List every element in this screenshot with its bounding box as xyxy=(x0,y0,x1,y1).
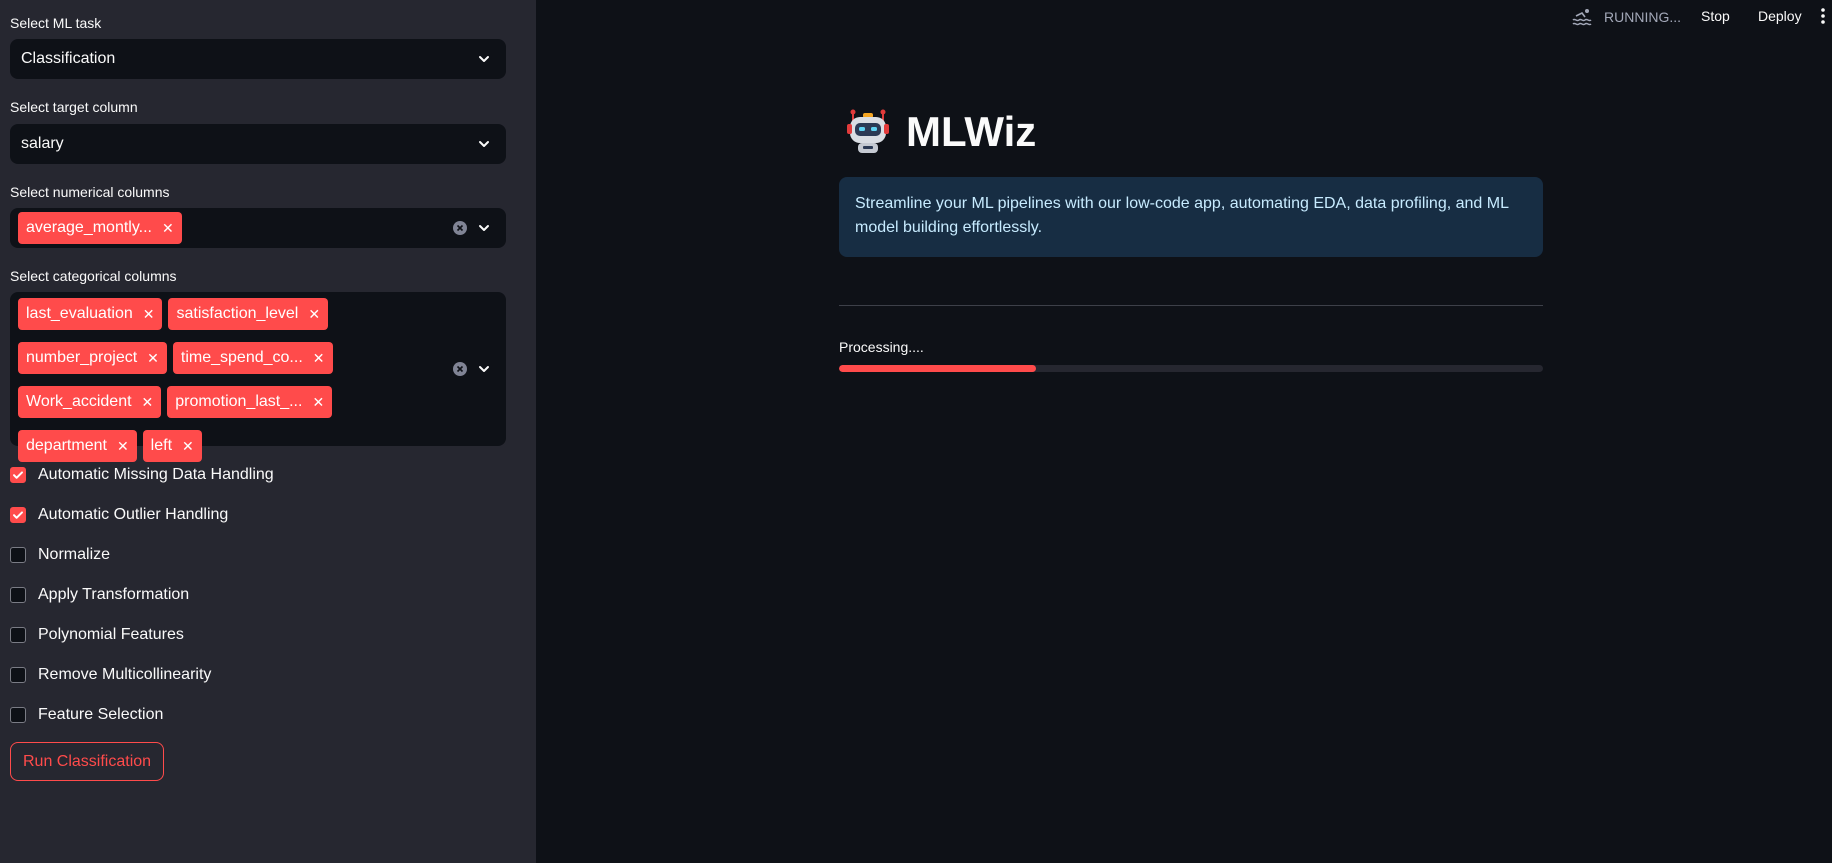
clear-icon[interactable] xyxy=(452,361,468,377)
checkbox-missing-data[interactable]: Automatic Missing Data Handling xyxy=(10,463,274,487)
checkbox-label: Automatic Missing Data Handling xyxy=(38,466,274,483)
target-column-value: salary xyxy=(21,135,64,152)
target-column-label: Select target column xyxy=(10,99,138,115)
checkbox-feature-selection[interactable]: Feature Selection xyxy=(10,703,163,727)
page-title: MLWiz xyxy=(906,108,1037,155)
progress-bar xyxy=(839,365,1543,372)
remove-tag-icon[interactable]: ✕ xyxy=(312,394,324,411)
checkbox-box[interactable] xyxy=(10,547,26,563)
chevron-down-icon xyxy=(479,141,489,147)
checkbox-label: Automatic Outlier Handling xyxy=(38,506,229,523)
check-icon xyxy=(13,511,23,519)
ml-task-value: Classification xyxy=(21,50,116,67)
run-classification-button[interactable]: Run Classification xyxy=(10,742,165,781)
numerical-columns-label: Select numerical columns xyxy=(10,184,170,200)
running-label: RUNNING... xyxy=(1604,9,1681,25)
divider xyxy=(839,305,1543,306)
robot-icon xyxy=(847,109,889,153)
tag: Work_accident ✕ xyxy=(18,386,162,418)
ml-task-label: Select ML task xyxy=(10,15,102,31)
chevron-down-icon xyxy=(479,366,489,372)
checkbox-normalize[interactable]: Normalize xyxy=(10,543,110,567)
checkbox-apply-transformation[interactable]: Apply Transformation xyxy=(10,583,189,607)
remove-tag-icon[interactable]: ✕ xyxy=(143,306,155,323)
checkbox-box[interactable] xyxy=(10,667,26,683)
tag: left ✕ xyxy=(142,430,202,462)
remove-tag-icon[interactable]: ✕ xyxy=(162,220,174,237)
deploy-button[interactable]: Deploy xyxy=(1758,8,1802,24)
toolbar: RUNNING... Stop Deploy xyxy=(1572,0,1832,34)
checkbox-box[interactable] xyxy=(10,707,26,723)
running-status: RUNNING... xyxy=(1572,7,1681,27)
tag: number_project ✕ xyxy=(18,342,167,374)
checkbox-polynomial-features[interactable]: Polynomial Features xyxy=(10,623,184,647)
info-alert: Streamline your ML pipelines with our lo… xyxy=(839,177,1543,257)
progress-label: Processing.... xyxy=(839,339,924,355)
checkbox-box[interactable] xyxy=(10,507,26,523)
checkbox-label: Apply Transformation xyxy=(38,586,190,603)
clear-icon[interactable] xyxy=(452,220,468,236)
check-icon xyxy=(13,471,23,479)
numerical-tags: average_montly... ✕ xyxy=(18,212,458,244)
chevron-down-icon xyxy=(479,225,489,231)
page-header: MLWiz xyxy=(844,108,1036,156)
checkbox-label: Feature Selection xyxy=(38,706,164,723)
categorical-columns-multiselect[interactable]: last_evaluation ✕ satisfaction_level ✕ num… xyxy=(10,292,506,462)
checkbox-box[interactable] xyxy=(10,587,26,603)
checkbox-box[interactable] xyxy=(10,467,26,483)
progress-fill xyxy=(839,365,1037,372)
remove-tag-icon[interactable]: ✕ xyxy=(313,350,325,367)
tag: time_spend_co... ✕ xyxy=(172,342,333,374)
numerical-columns-multiselect[interactable]: average_montly... ✕ xyxy=(10,208,506,248)
target-column-select[interactable]: salary xyxy=(10,124,506,164)
tag: average_montly... ✕ xyxy=(18,212,182,244)
checkbox-label: Polynomial Features xyxy=(38,626,184,643)
tag: promotion_last_... ✕ xyxy=(167,386,333,418)
categorical-columns-label: Select categorical columns xyxy=(10,268,177,284)
checkbox-box[interactable] xyxy=(10,627,26,643)
chevron-down-icon xyxy=(479,56,489,62)
categorical-tags: last_evaluation ✕ satisfaction_level ✕ num… xyxy=(18,298,458,462)
checkbox-remove-multicollinearity[interactable]: Remove Multicollinearity xyxy=(10,663,211,687)
tag: satisfaction_level ✕ xyxy=(168,298,329,330)
remove-tag-icon[interactable]: ✕ xyxy=(308,306,320,323)
remove-tag-icon[interactable]: ✕ xyxy=(182,438,194,455)
remove-tag-icon[interactable]: ✕ xyxy=(142,394,154,411)
remove-tag-icon[interactable]: ✕ xyxy=(147,350,159,367)
stop-button[interactable]: Stop xyxy=(1701,8,1730,24)
tag: department ✕ xyxy=(18,430,137,462)
ml-task-select[interactable]: Classification xyxy=(10,39,506,79)
checkbox-label: Normalize xyxy=(38,546,111,563)
tag: last_evaluation ✕ xyxy=(18,298,163,330)
swimmer-icon xyxy=(1572,9,1592,26)
remove-tag-icon[interactable]: ✕ xyxy=(117,438,129,455)
sidebar: Select ML task Classification Select tar… xyxy=(0,0,536,863)
checkbox-outlier-handling[interactable]: Automatic Outlier Handling xyxy=(10,503,228,527)
checkbox-label: Remove Multicollinearity xyxy=(38,666,212,683)
more-vertical-icon[interactable] xyxy=(1820,6,1826,26)
